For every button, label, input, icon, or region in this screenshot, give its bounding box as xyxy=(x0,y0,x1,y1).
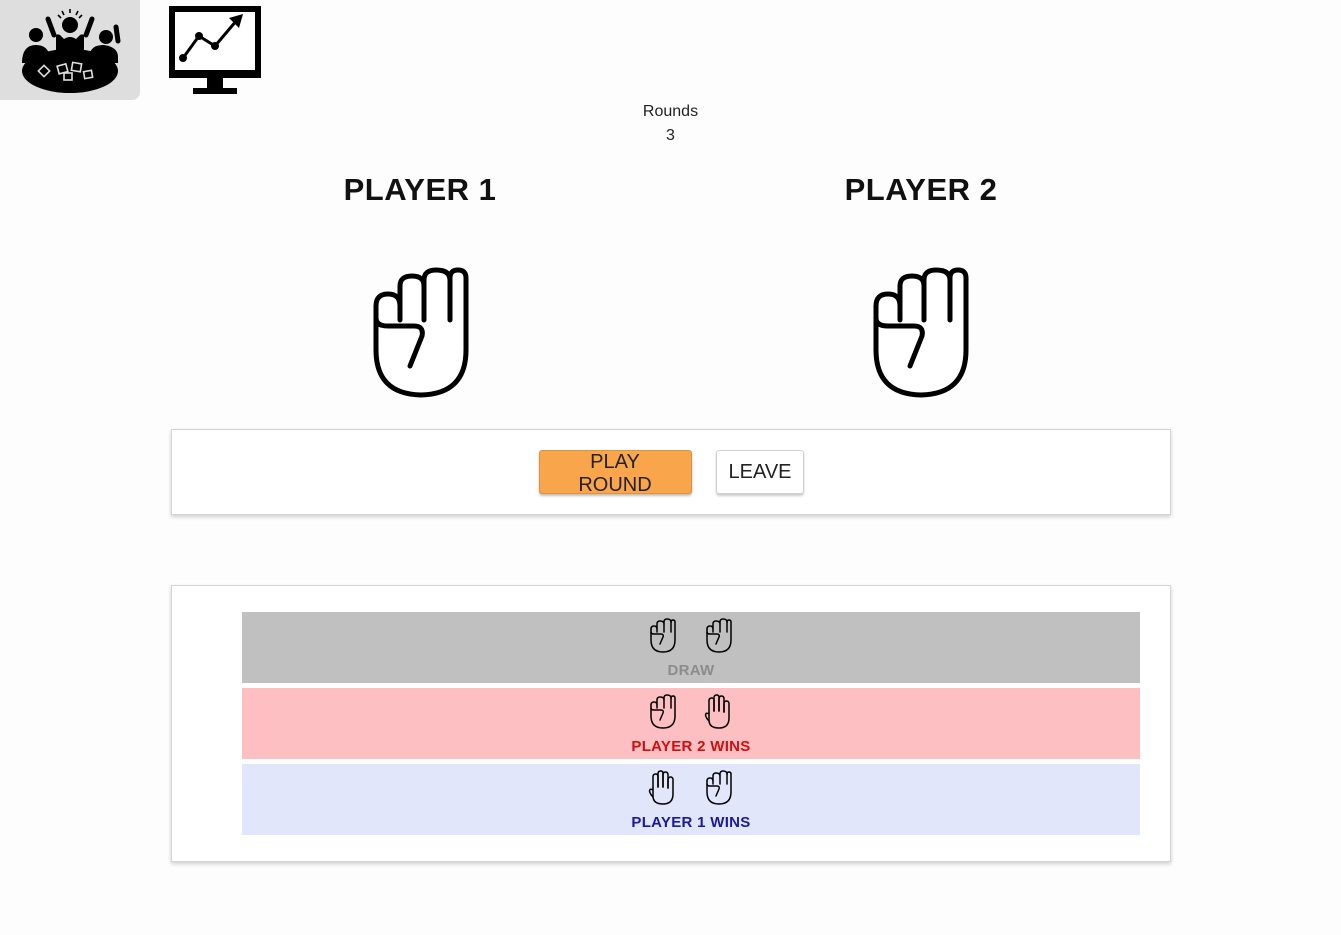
rock-fist-icon xyxy=(373,267,469,398)
result-label: PLAYER 2 WINS xyxy=(631,738,751,755)
controls-card: PLAY ROUND LEAVE xyxy=(171,429,1171,515)
rounds-value: 3 xyxy=(666,127,675,144)
history-row-2: PLAYER 2 WINS xyxy=(242,688,1140,759)
history-row-1: DRAW xyxy=(242,612,1140,683)
paper-hand-icon xyxy=(704,694,730,729)
history-row-3: PLAYER 1 WINS xyxy=(242,764,1140,835)
group-game-nav[interactable] xyxy=(0,0,140,100)
result-label: DRAW xyxy=(667,662,715,679)
leave-button[interactable]: LEAVE xyxy=(715,450,804,494)
round-history: DRAW PLAYER 2 WINS PLAYER 1 WINS xyxy=(171,585,1171,862)
rounds-label: Rounds xyxy=(642,103,699,120)
rock-fist-icon xyxy=(650,694,676,729)
rounds-counter: Rounds 3 xyxy=(0,100,1341,148)
player-2-title: PLAYER 2 xyxy=(844,172,998,207)
player-1-title: PLAYER 1 xyxy=(343,172,497,207)
group-game-icon xyxy=(22,9,121,93)
rock-fist-icon xyxy=(650,618,676,653)
paper-hand-icon xyxy=(648,770,674,805)
rock-fist-icon xyxy=(706,618,732,653)
play-round-button[interactable]: PLAY ROUND xyxy=(538,450,692,496)
monitor-chart-icon xyxy=(169,6,261,94)
rock-fist-icon xyxy=(873,267,969,398)
rock-fist-icon xyxy=(706,770,732,805)
result-label: PLAYER 1 WINS xyxy=(631,814,751,831)
statistics-nav[interactable] xyxy=(160,0,270,100)
